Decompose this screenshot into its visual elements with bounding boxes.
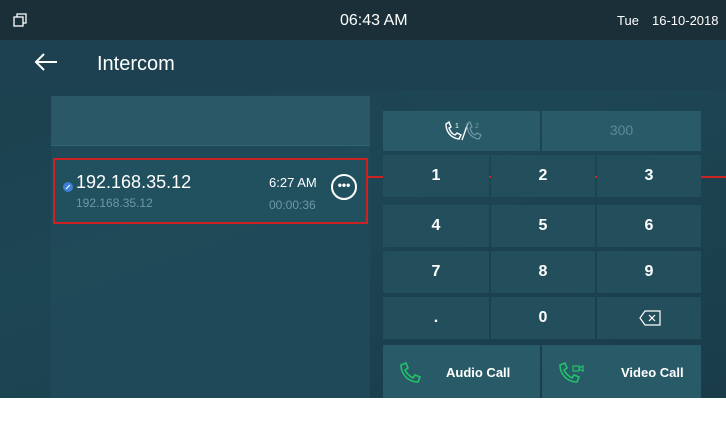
phone-icon [400,362,421,383]
key-9[interactable]: 9 [597,251,701,293]
dial-number: 300 [609,122,634,138]
backspace-icon [639,310,661,326]
record-name: 192.168.35.12 [76,172,192,192]
video-call-button[interactable]: Video Call [542,345,701,398]
key-1[interactable]: 1 [383,155,489,197]
record-duration: 00:00:36 [269,198,316,212]
status-date: 16-10-2018 [652,13,719,28]
page-title: Intercom [97,53,175,75]
svg-text:2: 2 [475,123,479,130]
video-call-label: Video Call [621,365,684,380]
record-address: 192.168.35.12 [76,196,153,210]
screen: 06:43 AM Tue 16-10-2018 Intercom 192.168… [0,0,726,398]
record-time: 6:27 AM [269,175,317,190]
key-5[interactable]: 5 [491,205,595,247]
key-0[interactable]: 0 [491,297,595,339]
status-time: 06:43 AM [340,12,408,29]
audio-call-label: Audio Call [446,365,511,380]
window-icon [13,13,27,27]
video-phone-icon [559,362,584,383]
key-7[interactable]: 7 [383,251,489,293]
dial-number-display: 300 [542,111,701,151]
key-8[interactable]: 8 [491,251,595,293]
key-3[interactable]: 3 [597,155,701,197]
call-log-header[interactable] [51,96,370,146]
back-arrow-icon[interactable] [34,51,58,73]
key-4[interactable]: 4 [383,205,489,247]
missed-call-status-icon [63,182,73,192]
status-day: Tue [617,13,639,28]
key-6[interactable]: 6 [597,205,701,247]
more-options-button[interactable]: ••• [331,174,357,200]
audio-call-button[interactable]: Audio Call [383,345,540,398]
key-2[interactable]: 2 [491,155,595,197]
phone-line-icon: 1 2 [445,120,482,141]
backspace-button[interactable] [597,297,701,339]
key-dot[interactable]: . [383,297,489,339]
line-select-button[interactable]: 1 2 [383,111,540,151]
call-record-item[interactable]: 192.168.35.12 192.168.35.12 6:27 AM 00:0… [53,158,368,224]
svg-text:1: 1 [455,123,459,130]
